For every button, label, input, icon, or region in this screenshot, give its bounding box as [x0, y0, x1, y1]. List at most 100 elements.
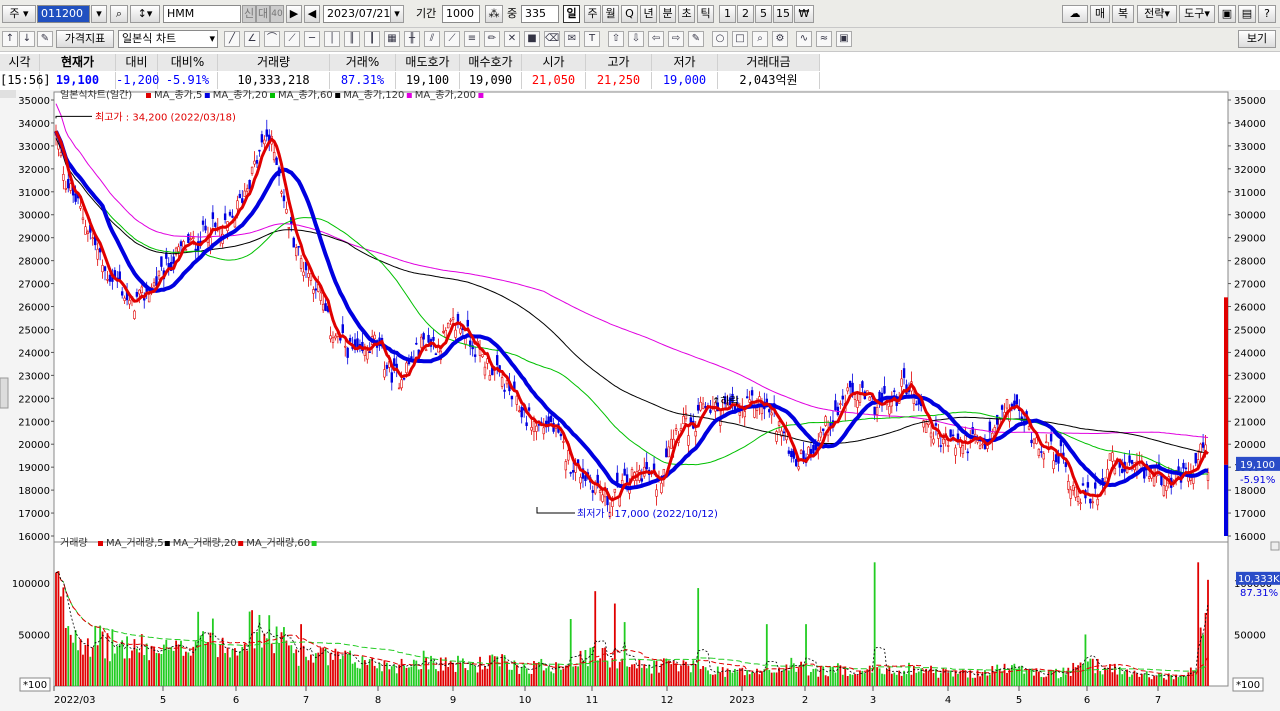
candle-body — [799, 449, 803, 455]
period-interval-5-button[interactable]: 5 — [755, 5, 772, 23]
line-tool-icon[interactable]: ╱ — [224, 31, 240, 47]
arrow-down-icon[interactable]: ↓ — [19, 31, 35, 47]
stock-code-input[interactable]: 011200 — [37, 5, 90, 23]
volume-bar — [802, 664, 805, 686]
save-icon[interactable]: ▤ — [1238, 5, 1256, 23]
candle-body — [1096, 498, 1099, 506]
period-tick-button[interactable]: 틱 — [697, 5, 714, 23]
help-icon[interactable]: ? — [1258, 5, 1276, 23]
candle-body — [152, 282, 156, 287]
candle-body — [1194, 452, 1197, 464]
prev-arrow-icon[interactable]: ◀ — [304, 5, 320, 23]
volume-bar — [814, 668, 817, 686]
note-tool-icon[interactable]: ✎ — [688, 31, 704, 47]
regression-icon[interactable]: ⟋ — [444, 31, 460, 47]
volume-bar — [574, 665, 577, 686]
volume-bar — [1104, 667, 1106, 686]
code-dropdown-icon[interactable]: ▾ — [91, 5, 107, 23]
period-weekly-button[interactable]: 주 — [584, 5, 601, 23]
volume-bar — [292, 653, 295, 686]
stock-chart[interactable]: 35000 3500034000 3400033000 3300032000 32000… — [0, 90, 1280, 711]
cycle-lines-icon[interactable]: ┃ — [364, 31, 380, 47]
count-input[interactable]: 335 — [521, 5, 559, 23]
volume-bar — [449, 661, 452, 686]
buy-button[interactable]: 매 — [1090, 5, 1110, 23]
fan-tool-icon[interactable]: ⟋ — [284, 31, 300, 47]
zoom-icon[interactable]: ⌕ — [752, 31, 768, 47]
candle-body — [1045, 441, 1048, 444]
period-yearly-button[interactable]: 년 — [640, 5, 657, 23]
period-second-button[interactable]: 초 — [678, 5, 695, 23]
volume-bar — [243, 643, 246, 686]
bars-icon[interactable]: ╫ — [404, 31, 420, 47]
arc-tool-icon[interactable]: ⌒ — [264, 31, 280, 47]
tools-button[interactable]: 도구▾ — [1179, 5, 1215, 23]
rect-tool-icon[interactable]: □ — [732, 31, 748, 47]
volume-bar — [895, 674, 898, 686]
period-currency-button[interactable]: ₩ — [794, 5, 814, 23]
wave2-icon[interactable]: ≈ — [816, 31, 832, 47]
volume-bar — [746, 670, 749, 686]
edit-icon[interactable]: ✎ — [37, 31, 53, 47]
settings-icon[interactable]: ⚙ — [772, 31, 788, 47]
volume-bar — [1101, 674, 1104, 686]
period-interval-15-button[interactable]: 15 — [773, 5, 793, 23]
open-folder-icon[interactable]: ▣ — [1218, 5, 1236, 23]
note-icon[interactable]: ✉ — [564, 31, 580, 47]
volume-bar — [354, 662, 356, 686]
parallel-lines-icon[interactable]: ║ — [344, 31, 360, 47]
period-minute-button[interactable]: 분 — [659, 5, 676, 23]
search-icon[interactable]: ⌕ — [110, 5, 128, 23]
period-interval-1-button[interactable]: 1 — [719, 5, 736, 23]
cross-icon[interactable]: ✕ — [504, 31, 520, 47]
copy-button[interactable]: 복 — [1112, 5, 1134, 23]
period-monthly-button[interactable]: 월 — [602, 5, 619, 23]
volume-bar — [341, 655, 344, 686]
period-interval-2-button[interactable]: 2 — [737, 5, 754, 23]
grid-icon[interactable]: ⁂ — [485, 5, 503, 23]
fib-icon[interactable]: ≡ — [464, 31, 480, 47]
period-daily-button[interactable]: 일 — [563, 5, 580, 23]
candle-body — [1010, 403, 1014, 407]
period-input[interactable]: 1000 — [442, 5, 480, 23]
price-tick-label-left: 32000 — [18, 165, 50, 176]
image-icon[interactable]: ▣ — [836, 31, 852, 47]
price-indicator-button[interactable]: 가격지표 — [56, 30, 114, 48]
pencil-icon[interactable]: ✏ — [484, 31, 500, 47]
grid-lines-icon[interactable]: ▦ — [384, 31, 400, 47]
view-button[interactable]: 보기 — [1238, 30, 1276, 48]
left-arrow-tool-icon[interactable]: ⇦ — [648, 31, 664, 47]
vertical-line-icon[interactable]: │ — [324, 31, 340, 47]
candle-body — [1089, 498, 1092, 504]
candle-body — [1147, 476, 1151, 479]
trend-channel-icon[interactable]: ⫽ — [424, 31, 440, 47]
volume-bar — [937, 677, 940, 686]
horizontal-line-icon[interactable]: ─ — [304, 31, 320, 47]
cloud-icon[interactable]: ☁ — [1062, 5, 1088, 23]
candle-body — [932, 438, 935, 444]
market-select[interactable]: 주 ▾ — [2, 5, 36, 23]
period-quarterly-button[interactable]: Q — [621, 5, 638, 23]
candle-body — [258, 149, 261, 152]
circle-tool-icon[interactable]: ○ — [712, 31, 728, 47]
strategy-button[interactable]: 전략▾ — [1137, 5, 1177, 23]
date-dropdown-icon[interactable]: ▾ — [390, 5, 404, 23]
volume-bar — [1057, 678, 1060, 686]
date-input[interactable]: 2023/07/21 — [323, 5, 391, 23]
volume-bar — [439, 657, 442, 686]
wave-icon[interactable]: ∿ — [796, 31, 812, 47]
down-arrow-tool-icon[interactable]: ⇩ — [628, 31, 644, 47]
chart-type-select[interactable]: 일본식 차트 ▾ — [118, 30, 218, 48]
candle-body — [255, 159, 259, 164]
up-arrow-tool-icon[interactable]: ⇧ — [608, 31, 624, 47]
eraser-icon[interactable]: ⌫ — [544, 31, 560, 47]
next-arrow-icon[interactable]: ▶ — [286, 5, 302, 23]
text-icon[interactable]: T — [584, 31, 600, 47]
angle-tool-icon[interactable]: ∠ — [244, 31, 260, 47]
arrow-up-icon[interactable]: ↑ — [2, 31, 18, 47]
color-icon[interactable]: ■ — [524, 31, 540, 47]
chart-type-label: 일본식 차트 — [122, 32, 177, 45]
sort-dropdown-icon[interactable]: ↕▾ — [130, 5, 160, 23]
volume-bar — [957, 673, 959, 686]
right-arrow-tool-icon[interactable]: ⇨ — [668, 31, 684, 47]
